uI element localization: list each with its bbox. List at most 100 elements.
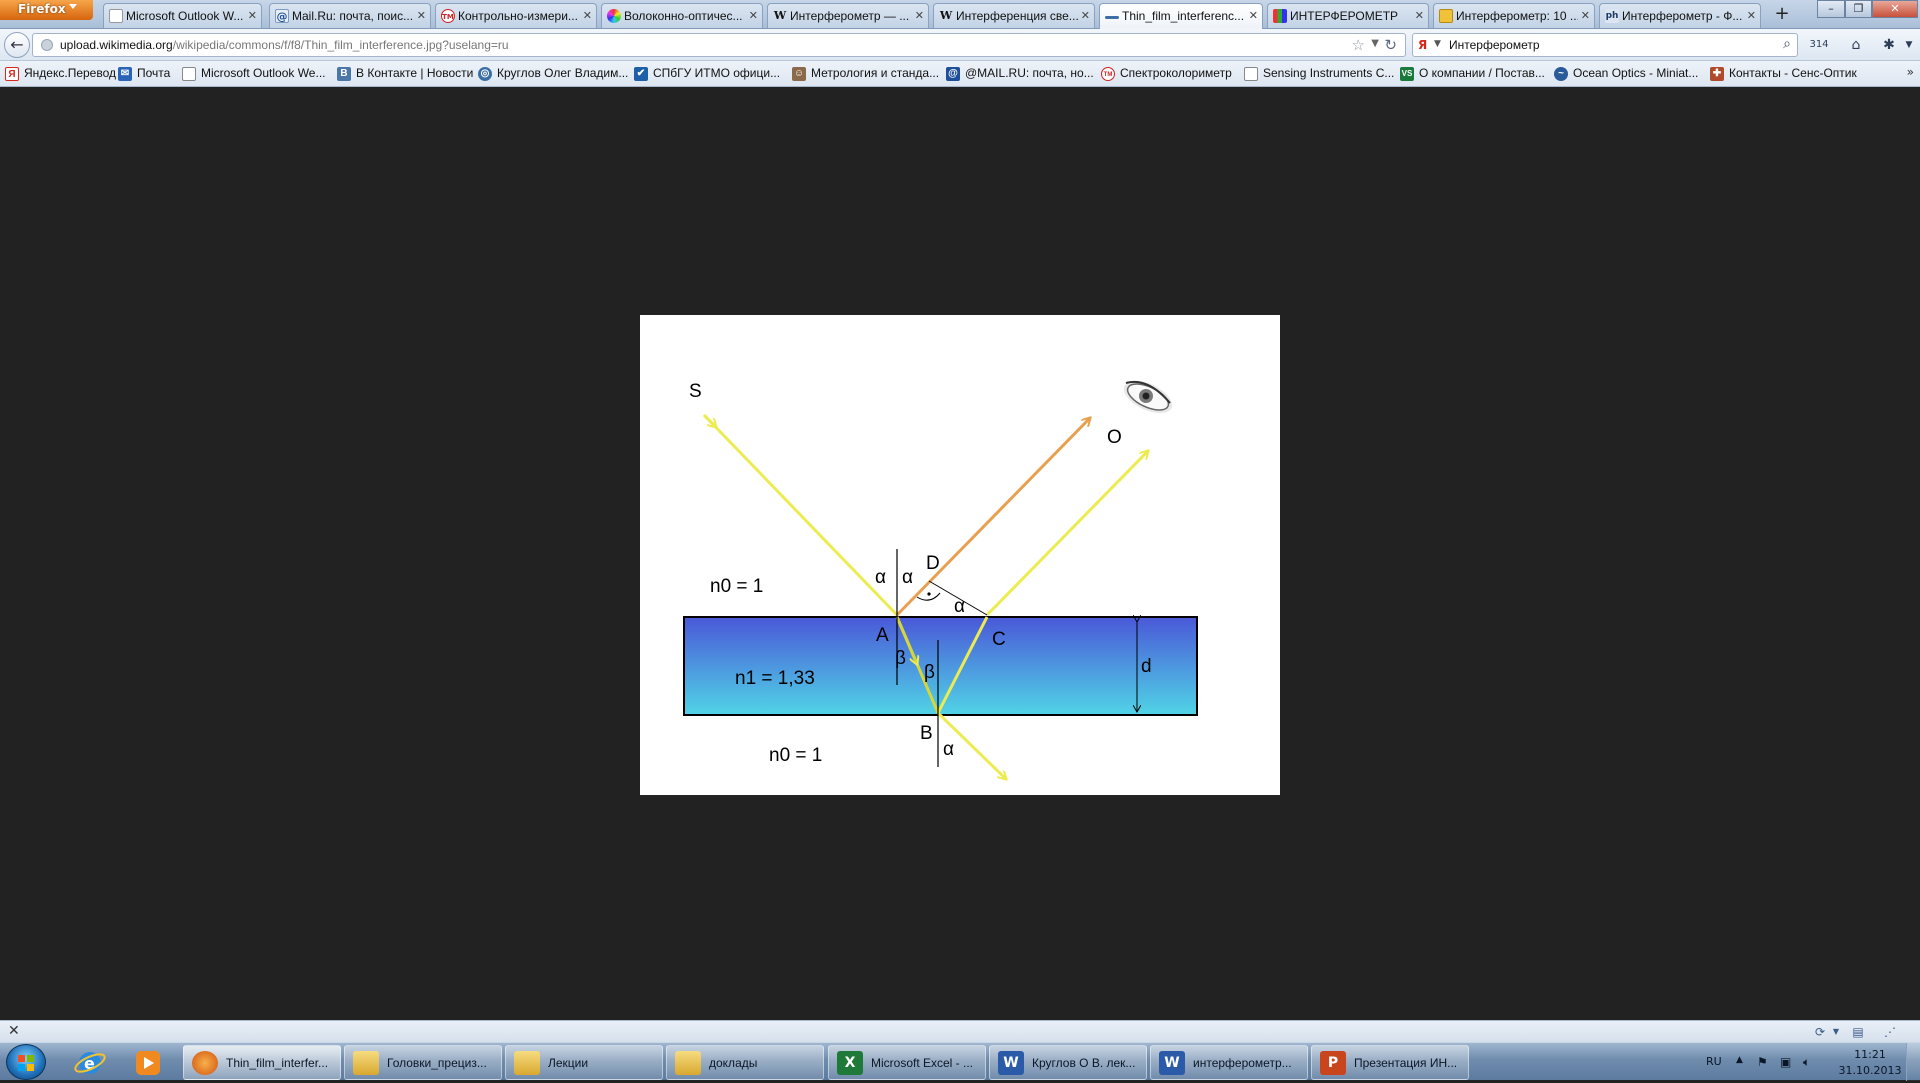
label-alpha-c: α	[954, 596, 965, 617]
tab-interferometr-wiki[interactable]: W Интерферометр — ... ✕	[767, 3, 929, 28]
thin-film-diagram: S O D A C B d α α α α β β n0 = 1 n1 = 1,…	[683, 380, 1198, 795]
download-icon[interactable]: ▤	[1850, 1024, 1866, 1040]
wikimedia-icon	[1105, 16, 1119, 19]
close-icon[interactable]: ✕	[1747, 9, 1756, 22]
label-n0-bottom: n0 = 1	[769, 745, 822, 766]
tab-interferometr-10[interactable]: Интерферометр: 10 ... ✕	[1433, 3, 1595, 28]
internet-explorer-icon: e	[74, 1052, 106, 1074]
sync-icon[interactable]: ⟳	[1812, 1024, 1828, 1040]
label-alpha-incident: α	[875, 567, 886, 588]
tab-interferencia[interactable]: W Интерференция све... ✕	[933, 3, 1095, 28]
bookmark-star-icon[interactable]: ☆	[1352, 36, 1365, 54]
reflected-ray-first	[895, 418, 1090, 617]
url-text[interactable]: upload.wikimedia.org/wikipedia/commons/f…	[60, 38, 509, 52]
windows-flag-icon	[18, 1055, 34, 1071]
tab-interferometr-caps[interactable]: ИНТЕРФЕРОМЕТР ✕	[1267, 3, 1429, 28]
bookmark-label: Контакты - Сенс-Оптик	[1729, 66, 1857, 80]
navigation-bar: ← upload.wikimedia.org/wikipedia/commons…	[0, 29, 1920, 61]
close-icon[interactable]: ✕	[915, 9, 924, 22]
incident-ray-arrow	[702, 413, 716, 427]
chevron-down-icon[interactable]: ▼	[1434, 39, 1441, 49]
tab-title: Волоконно-оптичес...	[624, 9, 743, 23]
close-icon[interactable]: ✕	[749, 9, 758, 22]
home-icon[interactable]: ⌂	[1845, 34, 1867, 56]
tab-mailru[interactable]: @ Mail.Ru: почта, поис... ✕	[269, 3, 431, 28]
label-beta-a: β	[895, 648, 906, 669]
restore-icon: ❐	[1853, 2, 1864, 15]
close-icon[interactable]: ✕	[583, 9, 592, 22]
mail-icon: ✉	[118, 67, 132, 81]
search-bar[interactable]: Я ▼ Интерферометр ⌕	[1412, 33, 1798, 57]
label-c: C	[992, 629, 1006, 650]
close-icon[interactable]: ✕	[1249, 9, 1258, 22]
task-firefox[interactable]: Thin_film_interfer...	[183, 1045, 341, 1080]
yandex-icon[interactable]: Я	[1418, 38, 1432, 52]
start-button[interactable]	[6, 1044, 46, 1080]
tab-title: Интерферометр — ...	[790, 9, 910, 23]
task-word-kruglov[interactable]: W Круглов О В. лек...	[989, 1045, 1147, 1080]
close-icon[interactable]: ✕	[1581, 9, 1590, 22]
pinned-media-player[interactable]	[124, 1046, 174, 1079]
task-folder-golovki[interactable]: Головки_прециз...	[344, 1045, 502, 1080]
clock-time[interactable]: 11:21	[1840, 1048, 1900, 1061]
close-icon[interactable]: ✕	[1415, 9, 1424, 22]
thin-film-layer	[683, 616, 1198, 716]
color-wheel-icon	[607, 9, 621, 23]
task-excel[interactable]: X Microsoft Excel - ...	[828, 1045, 986, 1080]
task-label: Thin_film_interfer...	[226, 1056, 329, 1070]
task-label: Круглов О В. лек...	[1032, 1056, 1136, 1070]
flag-icon[interactable]: ⚑	[1757, 1055, 1768, 1069]
yandex-icon: Я	[5, 67, 19, 81]
volume-icon[interactable]: 🔈︎	[1803, 1055, 1810, 1070]
tab-thin-film[interactable]: Thin_film_interferenc... ✕	[1099, 3, 1263, 29]
itmo-icon: ✔	[634, 67, 648, 81]
addon-menu-icon[interactable]: ✱	[1878, 34, 1900, 56]
clock-date[interactable]: 31.10.2013	[1830, 1064, 1910, 1077]
network-icon[interactable]: ▣	[1780, 1055, 1791, 1069]
page-icon	[182, 67, 196, 81]
search-icon[interactable]: ⌕	[1783, 36, 1791, 52]
language-indicator[interactable]: RU	[1706, 1055, 1722, 1068]
new-tab-button[interactable]: +	[1770, 4, 1794, 26]
task-word-interferometr[interactable]: W интерферометр...	[1150, 1045, 1308, 1080]
tab-kontrolno[interactable]: TM Контрольно-измери... ✕	[435, 3, 597, 28]
close-window-button[interactable]: ✕	[1872, 0, 1918, 18]
task-powerpoint[interactable]: P Презентация ИН...	[1311, 1045, 1469, 1080]
close-icon[interactable]: ✕	[248, 9, 257, 22]
minimize-button[interactable]: –	[1817, 0, 1845, 18]
tm-icon: TM	[1101, 67, 1115, 81]
chevron-down-icon[interactable]: ▼	[1828, 1024, 1844, 1040]
firefox-menu-button[interactable]: Firefox	[0, 0, 93, 20]
close-icon[interactable]: ✕	[1081, 9, 1090, 22]
task-folder-lekcii[interactable]: Лекции	[505, 1045, 663, 1080]
close-icon[interactable]: ✕	[417, 9, 426, 22]
tab-interferometr-f[interactable]: ph Интерферометр - Ф... ✕	[1599, 3, 1761, 28]
chevron-down-icon[interactable]: ▼	[1898, 34, 1920, 56]
bookmarks-overflow-button[interactable]: »	[1907, 65, 1914, 79]
tab-volokonno[interactable]: Волоконно-оптичес... ✕	[601, 3, 763, 28]
resize-grip-icon[interactable]: ⋰	[1882, 1024, 1898, 1040]
reload-icon[interactable]: ↻	[1384, 36, 1397, 54]
maximize-button[interactable]: ❐	[1845, 0, 1872, 18]
bookmark-label: СПбГУ ИТМО офици...	[653, 66, 781, 80]
tab-title: ИНТЕРФЕРОМЕТР	[1290, 9, 1399, 23]
close-icon[interactable]: ✕	[8, 1023, 20, 1039]
back-button[interactable]: ←	[4, 32, 30, 58]
tab-title: Thin_film_interferenc...	[1122, 9, 1245, 23]
task-folder-doklady[interactable]: доклады	[666, 1045, 824, 1080]
url-bar[interactable]: upload.wikimedia.org/wikipedia/commons/f…	[32, 33, 1406, 57]
tab-outlook[interactable]: Microsoft Outlook W... ✕	[103, 3, 262, 28]
addon-icon[interactable]: 314	[1808, 34, 1830, 56]
page-content: S O D A C B d α α α α β β n0 = 1 n1 = 1,…	[0, 87, 1920, 1020]
chevron-down-icon[interactable]: ▼	[1371, 38, 1379, 49]
sens-icon: ✚	[1710, 67, 1724, 81]
pinned-internet-explorer[interactable]: e	[66, 1046, 116, 1079]
person-icon: ☺	[792, 67, 806, 81]
bookmark-label: @MAIL.RU: почта, но...	[965, 66, 1094, 80]
tray-expand-icon[interactable]: ▲	[1736, 1055, 1743, 1065]
search-input[interactable]: Интерферометр	[1449, 38, 1540, 52]
tab-title: Интерференция све...	[956, 9, 1078, 23]
label-n1: n1 = 1,33	[735, 668, 815, 689]
show-desktop-button[interactable]	[1906, 1043, 1920, 1081]
thin-film-interference-image: S O D A C B d α α α α β β n0 = 1 n1 = 1,…	[640, 315, 1280, 795]
